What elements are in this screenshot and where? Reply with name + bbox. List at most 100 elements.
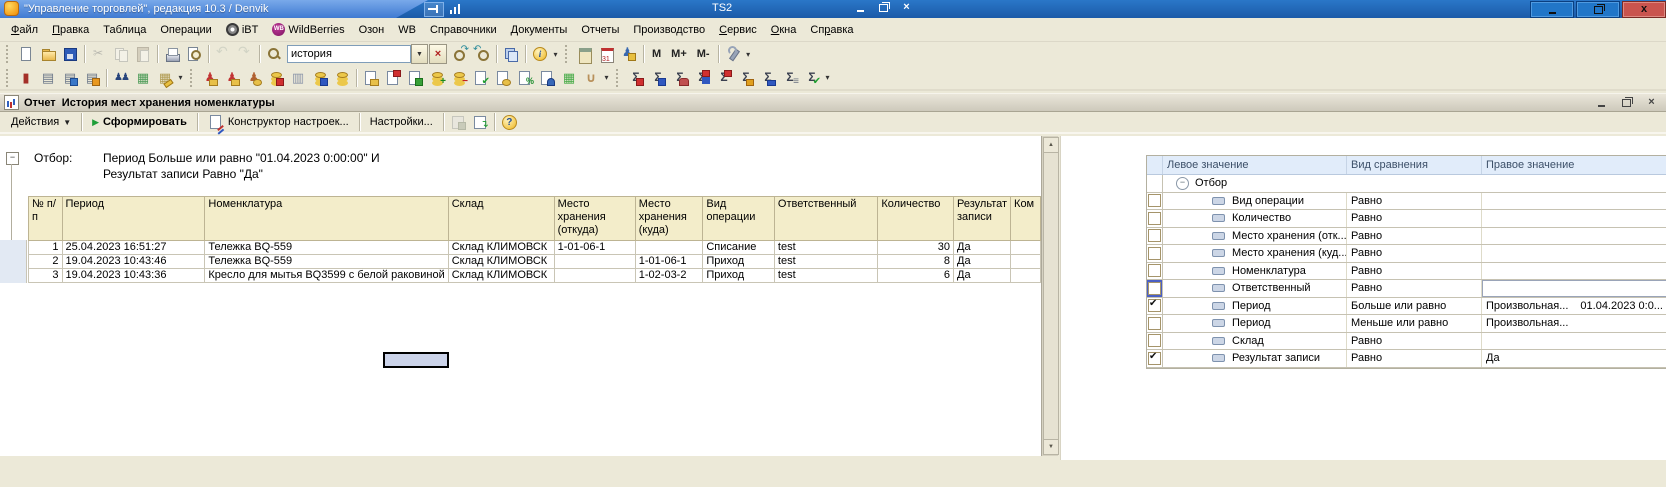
session-minimize-button[interactable] <box>852 1 869 14</box>
comparison-column-header[interactable]: Вид сравнения <box>1347 156 1482 174</box>
session-close-button[interactable]: × <box>898 1 915 14</box>
filter-checkbox[interactable] <box>1148 299 1161 312</box>
copy-button[interactable] <box>110 43 132 65</box>
filter-field-cell[interactable]: Ответственный <box>1163 280 1347 297</box>
filter-group-row[interactable]: −Отбор <box>1147 175 1666 193</box>
print-card-button[interactable] <box>81 67 103 89</box>
menu-item-file[interactable]: Файл <box>4 21 45 39</box>
report-cell[interactable]: Склад КЛИМОВСК <box>448 241 554 255</box>
filter-value-cell[interactable] <box>1482 193 1666 210</box>
report-window-titlebar[interactable]: Отчет История мест хранения номенклатуры… <box>0 93 1666 112</box>
help-button[interactable] <box>498 111 520 133</box>
report-people-button[interactable] <box>669 67 691 89</box>
report-cell[interactable]: Приход <box>703 255 775 269</box>
money-exchange-button[interactable] <box>132 67 154 89</box>
scroll-down-button[interactable]: ▼ <box>1043 439 1059 455</box>
report-cell[interactable]: 1-01-06-1 <box>635 255 703 269</box>
menu-item-edit[interactable]: Правка <box>45 21 96 39</box>
report-cell[interactable]: Склад КЛИМОВСК <box>448 269 554 283</box>
filter-checkbox-cell[interactable] <box>1147 210 1163 227</box>
filter-comparison-cell[interactable]: Равно <box>1347 333 1482 350</box>
report-cell[interactable]: 8 <box>878 255 954 269</box>
report-person-button[interactable] <box>647 67 669 89</box>
load-settings-button[interactable] <box>469 111 491 133</box>
search-clear-button[interactable]: × <box>429 44 447 64</box>
filter-checkbox-cell[interactable] <box>1147 245 1163 262</box>
report-cell[interactable]: Да <box>954 255 1011 269</box>
report-check-button[interactable] <box>801 67 823 89</box>
collapse-group-button[interactable]: − <box>6 152 19 165</box>
dropdown-arrow-icon[interactable]: ▾ <box>551 50 560 59</box>
filter-value-cell[interactable] <box>1482 210 1666 227</box>
report-sales-button[interactable] <box>625 67 647 89</box>
filter-checkbox-cell[interactable] <box>1147 298 1163 315</box>
actions-menu-button[interactable]: Действия ▼ <box>4 112 78 132</box>
report-cell[interactable]: test <box>774 255 877 269</box>
doc-return-button[interactable] <box>404 67 426 89</box>
user-lock-button[interactable] <box>618 43 640 65</box>
buyer-invoice-button[interactable] <box>221 67 243 89</box>
buyer-order-button[interactable] <box>199 67 221 89</box>
filter-comparison-cell[interactable]: Равно <box>1347 193 1482 210</box>
memory-button-mplus[interactable]: M+ <box>666 45 692 63</box>
selected-cell-cursor[interactable] <box>383 352 449 368</box>
copies-button[interactable] <box>500 43 522 65</box>
dropdown-arrow-icon[interactable]: ▾ <box>744 50 753 59</box>
tools-button[interactable] <box>722 43 744 65</box>
report-cell[interactable]: 19.04.2023 10:43:46 <box>62 255 205 269</box>
report-cell[interactable] <box>554 255 635 269</box>
journal-button[interactable] <box>15 67 37 89</box>
report-cell[interactable]: Склад КЛИМОВСК <box>448 255 554 269</box>
report-cell[interactable] <box>1011 255 1041 269</box>
print-report-button[interactable] <box>59 67 81 89</box>
report-cell[interactable]: Кресло для мытья BQ3599 с белой раковино… <box>205 269 448 283</box>
filter-checkbox-cell[interactable] <box>1147 333 1163 350</box>
filter-checkbox-cell[interactable] <box>1147 350 1163 367</box>
report-cell[interactable]: Тележка BQ-559 <box>205 241 448 255</box>
filter-checkbox[interactable] <box>1148 264 1161 277</box>
window-minimize-button[interactable] <box>1530 1 1574 18</box>
report-cell[interactable]: 25.04.2023 16:51:27 <box>62 241 205 255</box>
menu-item-windows[interactable]: Окна <box>764 21 804 39</box>
undo-button[interactable] <box>212 43 234 65</box>
print-preview-button[interactable] <box>183 43 205 65</box>
filter-comparison-cell[interactable]: Меньше или равно <box>1347 315 1482 332</box>
save-settings-button[interactable] <box>447 111 469 133</box>
menu-item-help[interactable]: Справка <box>803 21 860 39</box>
report-cell[interactable]: Да <box>954 269 1011 283</box>
cut-button[interactable] <box>88 43 110 65</box>
report-cell[interactable] <box>635 241 703 255</box>
report-cell[interactable]: 1 <box>29 241 63 255</box>
report-vertical-scrollbar[interactable]: ▲ ▼ <box>1042 136 1058 456</box>
filter-field-cell[interactable]: Результат записи <box>1163 350 1347 367</box>
report-cell[interactable]: 1-01-06-1 <box>554 241 635 255</box>
report-spreadsheet-area[interactable]: − Отбор: Период Больше или равно "01.04.… <box>0 136 1042 456</box>
filter-value-cell[interactable] <box>1482 228 1666 245</box>
filter-field-cell[interactable]: Место хранения (отк... <box>1163 228 1347 245</box>
filter-value-cell[interactable] <box>1482 333 1666 350</box>
scroll-up-button[interactable]: ▲ <box>1043 137 1059 153</box>
doc-cart-in-button[interactable] <box>360 67 382 89</box>
memory-button-m[interactable]: M <box>647 45 666 63</box>
session-restore-button[interactable] <box>875 1 892 14</box>
report-flag-blue-button[interactable] <box>691 67 713 89</box>
filter-value-cell[interactable] <box>1482 263 1666 280</box>
filter-field-cell[interactable]: Место хранения (куд... <box>1163 245 1347 262</box>
report-cell[interactable] <box>1011 269 1041 283</box>
report-cell[interactable] <box>1011 241 1041 255</box>
filter-value-cell[interactable] <box>1482 280 1666 297</box>
report-restore-button[interactable] <box>1618 96 1635 109</box>
filter-field-cell[interactable]: Вид операции <box>1163 193 1347 210</box>
menu-item-documents[interactable]: Документы <box>504 21 575 39</box>
filter-checkbox[interactable] <box>1148 194 1161 207</box>
filter-value-cell[interactable] <box>1482 245 1666 262</box>
filter-checkbox[interactable] <box>1148 247 1161 260</box>
find-previous-button[interactable] <box>471 43 493 65</box>
left-value-column-header[interactable]: Левое значение <box>1163 156 1347 174</box>
doc-approve-button[interactable] <box>470 67 492 89</box>
open-button[interactable] <box>37 43 59 65</box>
memory-button-mminus[interactable]: M- <box>692 45 715 63</box>
filter-checkbox-cell[interactable] <box>1147 228 1163 245</box>
bank-button[interactable] <box>287 67 309 89</box>
filter-comparison-cell[interactable]: Равно <box>1347 263 1482 280</box>
